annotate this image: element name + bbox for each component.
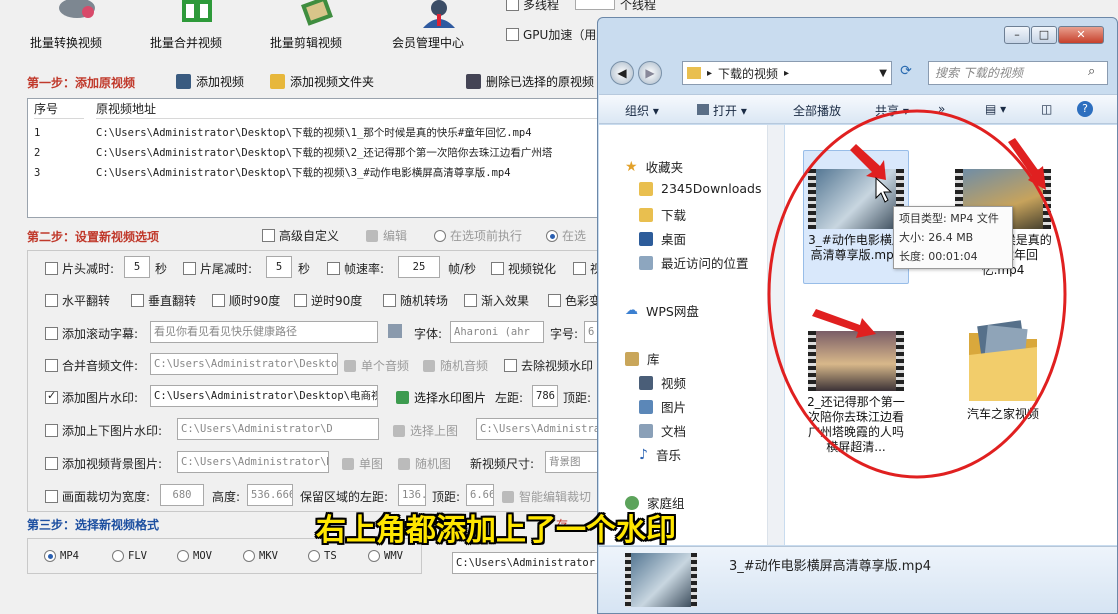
annotation-circle [767,109,1067,479]
annotation-arrow [850,144,886,180]
mouse-cursor-icon [875,176,893,203]
annotation-arrow [812,309,876,338]
annotation-arrow [1008,138,1046,190]
video-subtitle: 右上角都添加上了一个水印 [316,513,676,548]
